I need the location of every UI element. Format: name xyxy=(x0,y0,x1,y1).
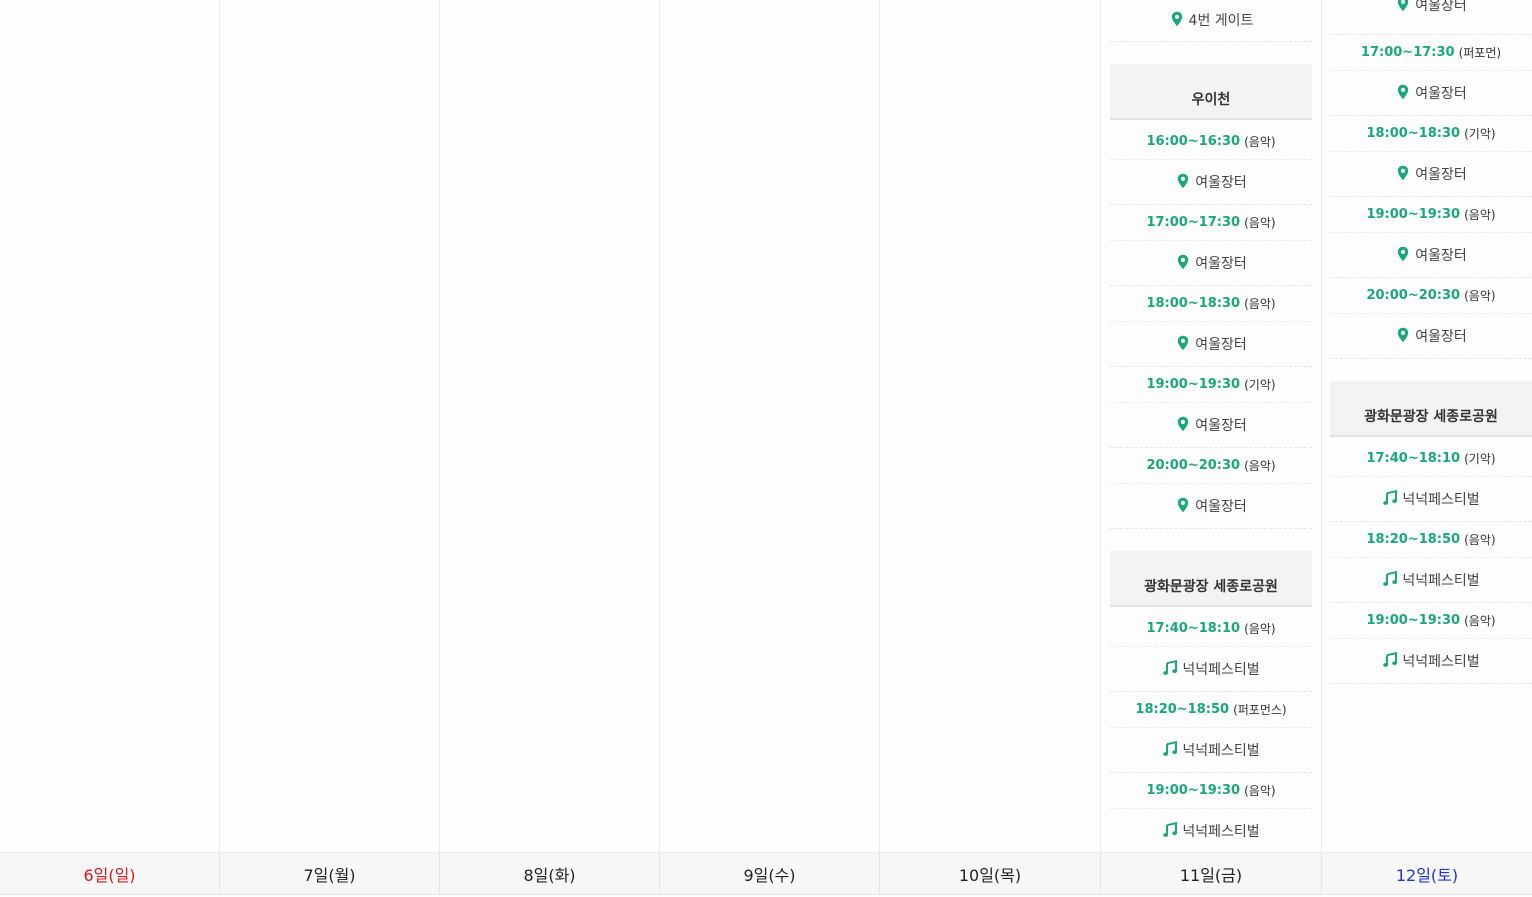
day-label-9[interactable]: 9일(수) xyxy=(660,853,880,894)
schedule-slot-top[interactable]: 여울장터 xyxy=(1330,0,1532,35)
slot-category: (음악) xyxy=(1244,216,1276,230)
slot-place: 넉넉페스티벌 xyxy=(1402,654,1480,670)
slot-time: 19:00~19:30 xyxy=(1366,207,1461,222)
slot-category: (음악) xyxy=(1244,459,1276,473)
slot-place: 4번 게이트 xyxy=(1188,13,1254,29)
slot-time: 18:20~18:50 xyxy=(1135,702,1230,717)
day-column-7 xyxy=(220,0,440,852)
slot-place: 넉넉페스티벌 xyxy=(1402,573,1480,589)
slot-place: 넉넉페스티벌 xyxy=(1402,492,1480,508)
slot-place: 여울장터 xyxy=(1195,499,1247,515)
venue-header-uicheon: 우이천 xyxy=(1110,64,1312,120)
schedule-slot[interactable]: 20:00~20:30 (음악) 여울장터 xyxy=(1330,278,1532,359)
slot-category: (음악) xyxy=(1244,784,1276,798)
schedule-slot[interactable]: 18:00~18:30 (기악) 여울장터 xyxy=(1330,116,1532,197)
slot-place: 여울장터 xyxy=(1195,418,1247,434)
slot-place: 여울장터 xyxy=(1195,175,1247,191)
slot-place: 여울장터 xyxy=(1415,248,1467,264)
day-labels-row: 6일(일) 7일(월) 8일(화) 9일(수) 10일(목) 11일(금) 12… xyxy=(0,852,1532,895)
day-label-10[interactable]: 10일(목) xyxy=(880,853,1101,894)
venue-header-gwanghwamun: 광화문광장 세종로공원 xyxy=(1330,381,1532,437)
slot-category: (음악) xyxy=(1464,614,1496,628)
schedule-slot[interactable]: 17:40~18:10 (음악) 넉넉페스티벌 xyxy=(1110,611,1312,692)
slot-time: 17:00~17:30 xyxy=(1146,215,1241,230)
slot-place: 여울장터 xyxy=(1415,329,1467,345)
slot-time: 16:00~16:30 xyxy=(1146,134,1241,149)
schedule-slot[interactable]: 17:00~17:30 (퍼포먼) 여울장터 xyxy=(1330,35,1532,116)
slot-category: (퍼포먼스) xyxy=(1233,703,1287,717)
day-label-6[interactable]: 6일(일) xyxy=(0,853,220,894)
day-column-8 xyxy=(440,0,660,852)
venue-header-gwanghwamun: 광화문광장 세종로공원 xyxy=(1110,551,1312,607)
slot-time: 19:00~19:30 xyxy=(1146,377,1241,392)
slot-place: 여울장터 xyxy=(1415,86,1467,102)
day-column-11: 4번 게이트 우이천 16:00~16:30 (음악) 여울장터 17:00~17… xyxy=(1101,0,1322,852)
map-pin-icon xyxy=(1395,165,1411,181)
slot-time: 17:40~18:10 xyxy=(1366,451,1461,466)
slot-place: 여울장터 xyxy=(1415,167,1467,183)
music-note-icon xyxy=(1382,571,1398,587)
map-pin-icon xyxy=(1395,327,1411,343)
slot-time: 18:00~18:30 xyxy=(1146,296,1241,311)
slot-category: (음악) xyxy=(1464,208,1496,222)
slot-category: (기악) xyxy=(1244,378,1276,392)
slot-time: 18:00~18:30 xyxy=(1366,126,1461,141)
day-label-11[interactable]: 11일(금) xyxy=(1101,853,1322,894)
schedule-slot[interactable]: 19:00~19:30 (음악) 넉넉페스티벌 xyxy=(1110,773,1312,852)
schedule-slot[interactable]: 18:20~18:50 (음악) 넉넉페스티벌 xyxy=(1330,522,1532,603)
slot-place: 여울장터 xyxy=(1195,337,1247,353)
map-pin-icon xyxy=(1175,335,1191,351)
schedule-slot[interactable]: 17:00~17:30 (음악) 여울장터 xyxy=(1110,205,1312,286)
music-note-icon xyxy=(1162,660,1178,676)
map-pin-icon xyxy=(1175,497,1191,513)
slot-category: (음악) xyxy=(1464,533,1496,547)
schedule-slot[interactable]: 19:00~19:30 (음악) 넉넉페스티벌 xyxy=(1330,603,1532,684)
schedule-slot[interactable]: 18:00~18:30 (음악) 여울장터 xyxy=(1110,286,1312,367)
slot-place: 넉넉페스티벌 xyxy=(1182,743,1260,759)
map-pin-icon xyxy=(1395,246,1411,262)
day-label-7[interactable]: 7일(월) xyxy=(220,853,440,894)
slot-category: (퍼포먼) xyxy=(1458,46,1502,60)
slot-category: (기악) xyxy=(1464,452,1496,466)
day-column-9 xyxy=(660,0,880,852)
slot-time: 19:00~19:30 xyxy=(1146,783,1241,798)
map-pin-icon xyxy=(1169,11,1185,27)
schedule-slot[interactable]: 19:00~19:30 (기악) 여울장터 xyxy=(1110,367,1312,448)
slot-category: (음악) xyxy=(1244,297,1276,311)
day-column-6 xyxy=(0,0,220,852)
map-pin-icon xyxy=(1395,84,1411,100)
map-pin-icon xyxy=(1175,173,1191,189)
slot-time: 17:40~18:10 xyxy=(1146,621,1241,636)
schedule-slot-top[interactable]: 4번 게이트 xyxy=(1110,0,1312,42)
slot-category: (기악) xyxy=(1464,127,1496,141)
music-note-icon xyxy=(1382,490,1398,506)
slot-time: 20:00~20:30 xyxy=(1146,458,1241,473)
day-label-8[interactable]: 8일(화) xyxy=(440,853,660,894)
slot-category: (음악) xyxy=(1464,289,1496,303)
slot-place: 여울장터 xyxy=(1415,0,1467,14)
day-label-12[interactable]: 12일(토) xyxy=(1322,853,1532,894)
map-pin-icon xyxy=(1175,416,1191,432)
slot-time: 18:20~18:50 xyxy=(1366,532,1461,547)
music-note-icon xyxy=(1162,741,1178,757)
day-column-10 xyxy=(880,0,1101,852)
schedule-slot[interactable]: 20:00~20:30 (음악) 여울장터 xyxy=(1110,448,1312,529)
slot-category: (음악) xyxy=(1244,622,1276,636)
slot-place: 넉넉페스티벌 xyxy=(1182,824,1260,840)
slot-time: 19:00~19:30 xyxy=(1366,613,1461,628)
schedule-slot[interactable]: 18:20~18:50 (퍼포먼스) 넉넉페스티벌 xyxy=(1110,692,1312,773)
music-note-icon xyxy=(1382,652,1398,668)
map-pin-icon xyxy=(1395,0,1411,12)
music-note-icon xyxy=(1162,822,1178,838)
map-pin-icon xyxy=(1175,254,1191,270)
schedule-slot[interactable]: 16:00~16:30 (음악) 여울장터 xyxy=(1110,124,1312,205)
schedule-slot[interactable]: 17:40~18:10 (기악) 넉넉페스티벌 xyxy=(1330,441,1532,522)
slot-place: 넉넉페스티벌 xyxy=(1182,662,1260,678)
schedule-slot[interactable]: 19:00~19:30 (음악) 여울장터 xyxy=(1330,197,1532,278)
day-column-12: 여울장터 17:00~17:30 (퍼포먼) 여울장터 18:00~18:30 (기… xyxy=(1322,0,1532,852)
slot-time: 20:00~20:30 xyxy=(1366,288,1461,303)
slot-place: 여울장터 xyxy=(1195,256,1247,272)
slot-category: (음악) xyxy=(1244,135,1276,149)
slot-time: 17:00~17:30 xyxy=(1360,45,1455,60)
